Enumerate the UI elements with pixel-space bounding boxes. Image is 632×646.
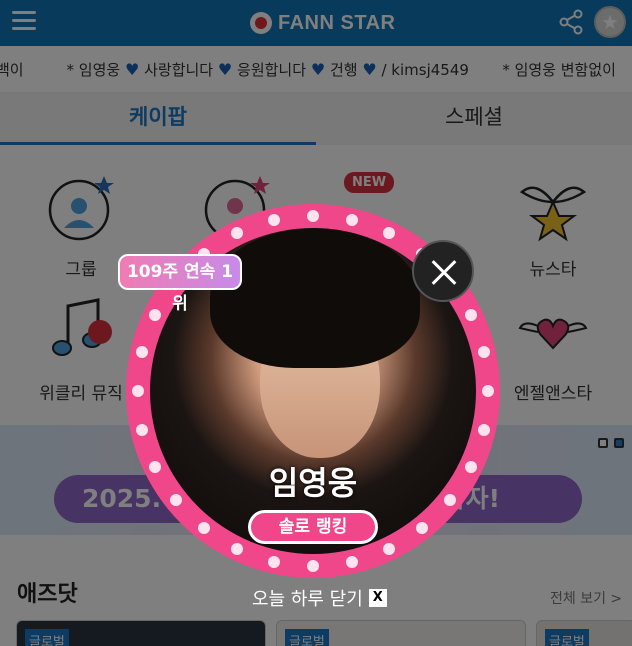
bead-decoration: [231, 542, 244, 555]
artist-hair: [210, 228, 420, 368]
bead-decoration: [307, 210, 319, 222]
bead-decoration: [132, 385, 144, 397]
bead-decoration: [170, 494, 183, 507]
close-icon[interactable]: [412, 240, 474, 302]
today-close-button[interactable]: 오늘 하루 닫기 X: [252, 585, 387, 611]
bead-decoration: [231, 227, 244, 240]
bead-decoration: [136, 346, 149, 359]
bead-decoration: [482, 385, 494, 397]
bead-decoration: [464, 309, 477, 322]
bead-decoration: [307, 560, 319, 572]
bead-decoration: [197, 521, 210, 534]
solo-ranking-button[interactable]: 솔로 랭킹: [248, 510, 378, 544]
streak-badge: 109주 연속 1위: [118, 254, 242, 314]
bead-decoration: [382, 227, 395, 240]
bead-decoration: [268, 555, 281, 568]
today-close-label: 오늘 하루 닫기: [252, 589, 363, 610]
bead-decoration: [149, 309, 162, 322]
bead-decoration: [268, 214, 281, 227]
artist-name: 임영웅: [268, 464, 358, 502]
bead-decoration: [477, 423, 490, 436]
bead-decoration: [443, 494, 456, 507]
bead-decoration: [345, 214, 358, 227]
bead-decoration: [345, 555, 358, 568]
bead-decoration: [477, 346, 490, 359]
bead-decoration: [464, 460, 477, 473]
bead-decoration: [136, 423, 149, 436]
bead-decoration: [416, 521, 429, 534]
bead-decoration: [382, 542, 395, 555]
today-close-x-icon: X: [368, 589, 387, 607]
